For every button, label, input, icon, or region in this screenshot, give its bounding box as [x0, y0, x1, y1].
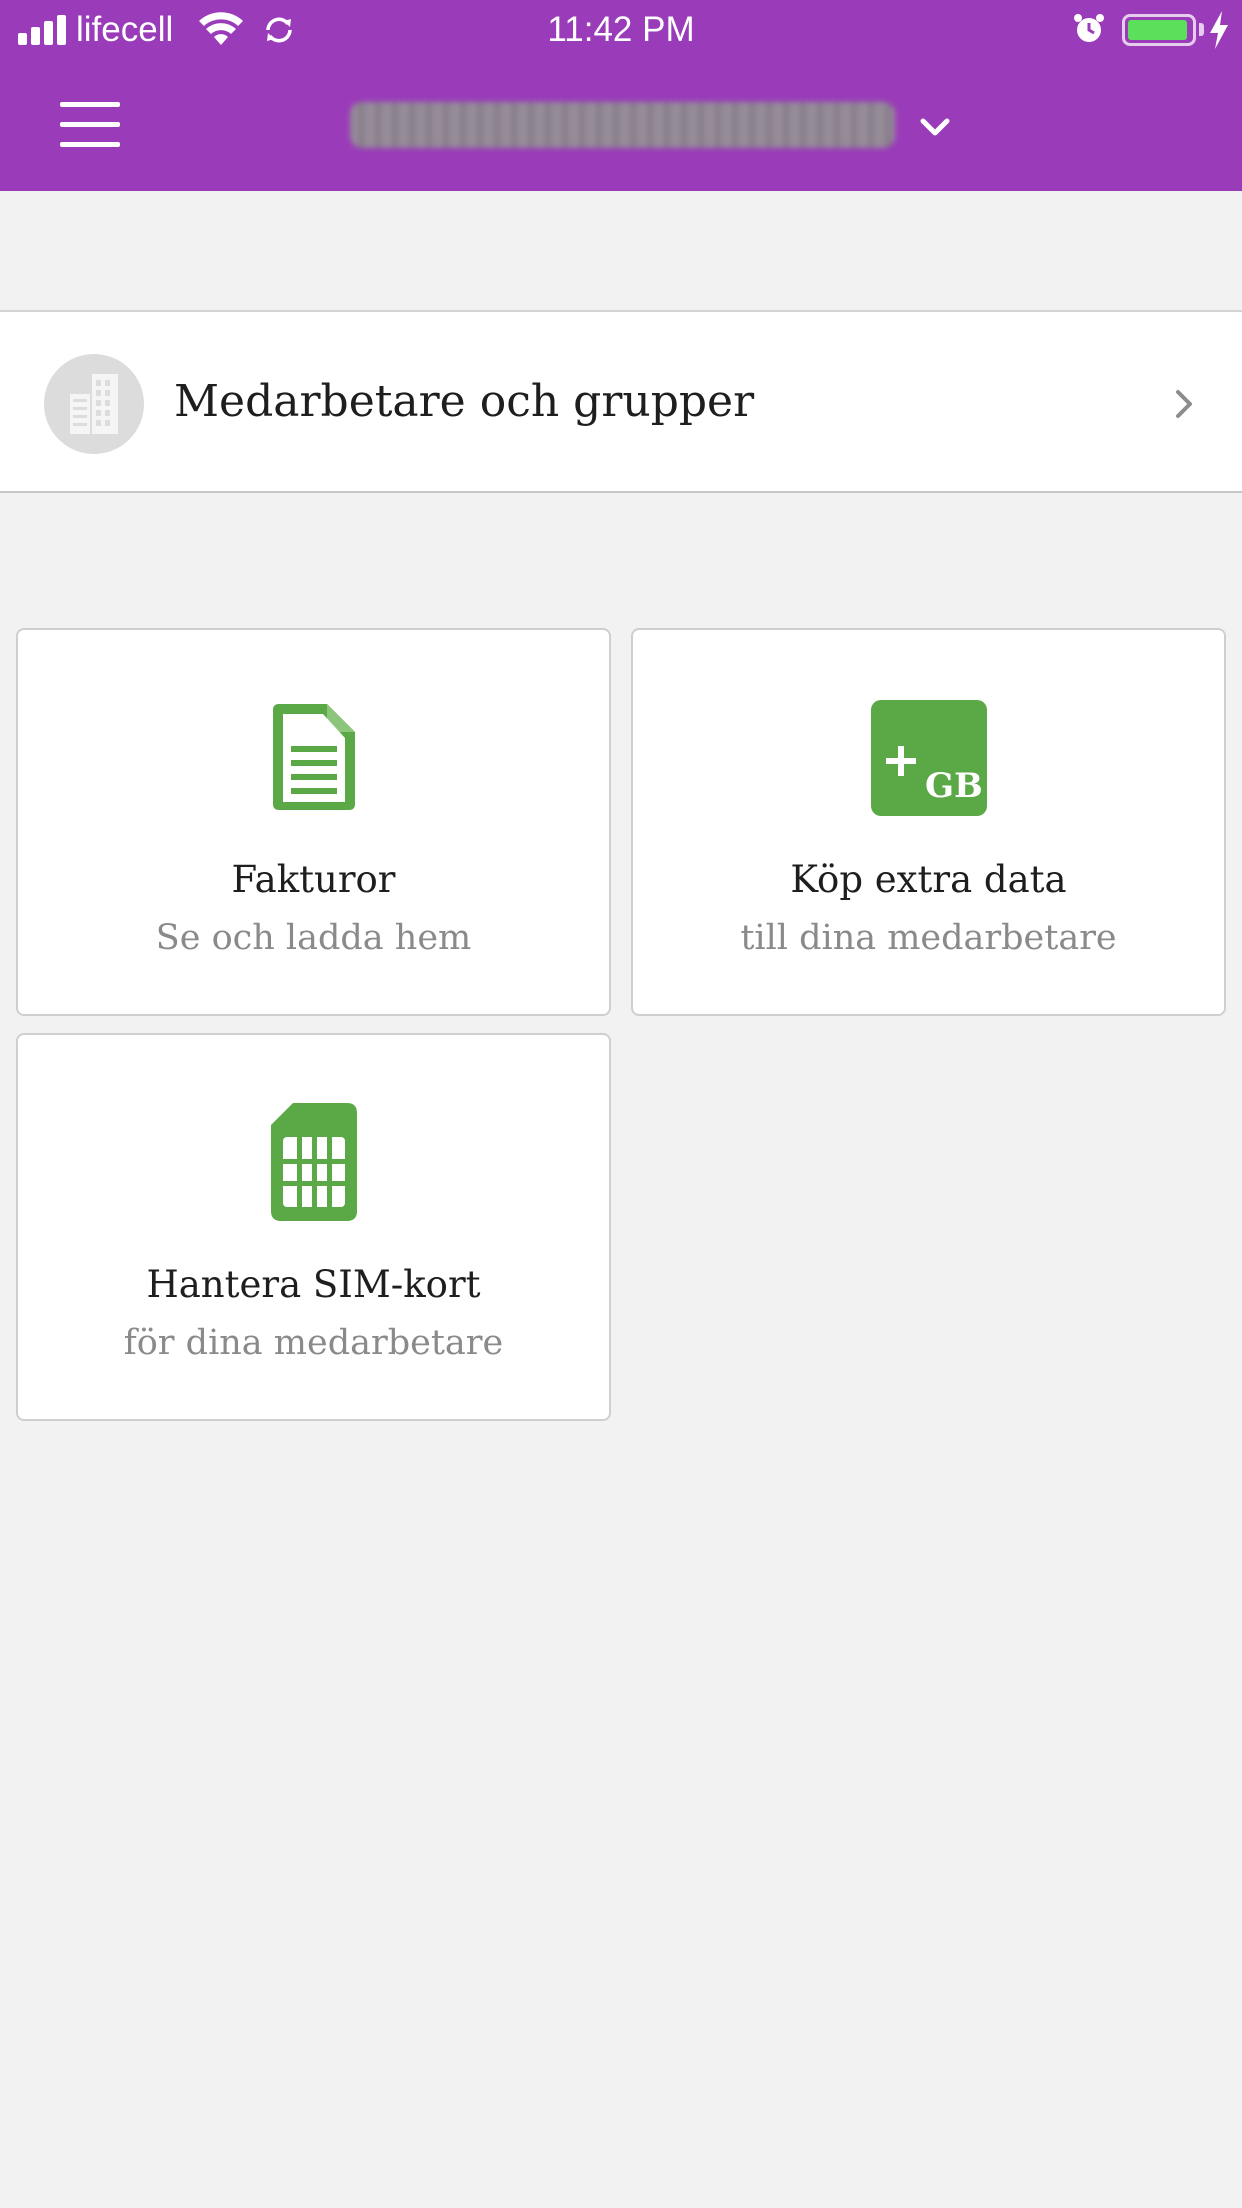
tile-title: Fakturor — [231, 858, 396, 901]
status-bar: lifecell 11:42 PM — [0, 0, 1242, 60]
document-icon — [272, 704, 355, 810]
status-time: 11:42 PM — [547, 10, 695, 49]
sim-card-icon — [270, 1103, 357, 1221]
battery-icon — [1122, 14, 1196, 46]
tile-subtitle: för dina medarbetare — [123, 1323, 504, 1363]
employees-and-groups-label: Medarbetare och grupper — [174, 376, 755, 427]
building-icon — [44, 354, 144, 454]
tile-subtitle: Se och ladda hem — [155, 918, 472, 958]
gb-icon-text: GB — [925, 766, 983, 806]
account-name-redacted — [350, 102, 895, 148]
tile-title: Hantera SIM-kort — [146, 1263, 481, 1306]
chevron-right-icon — [1176, 390, 1192, 418]
buy-extra-data-tile[interactable]: GB Köp extra data till dina medarbetare — [631, 628, 1226, 1016]
manage-sim-cards-tile[interactable]: Hantera SIM-kort för dina medarbetare — [16, 1033, 611, 1421]
app-header: lifecell 11:42 PM — [0, 0, 1242, 191]
tile-subtitle: till dina medarbetare — [740, 918, 1117, 958]
invoices-tile[interactable]: Fakturor Se och ladda hem — [16, 628, 611, 1016]
charging-bolt-icon — [1210, 11, 1228, 49]
alarm-icon — [1074, 14, 1104, 42]
tile-title: Köp extra data — [790, 858, 1067, 901]
chevron-down-icon — [920, 118, 950, 136]
account-selector[interactable] — [350, 96, 960, 156]
battery-tip — [1199, 23, 1204, 36]
employees-and-groups-row[interactable]: Medarbetare och grupper — [0, 310, 1242, 493]
nav-bar — [0, 60, 1242, 191]
extra-data-gb-icon: GB — [870, 700, 987, 816]
battery-level — [1128, 20, 1187, 40]
hamburger-menu-button[interactable] — [50, 90, 130, 160]
